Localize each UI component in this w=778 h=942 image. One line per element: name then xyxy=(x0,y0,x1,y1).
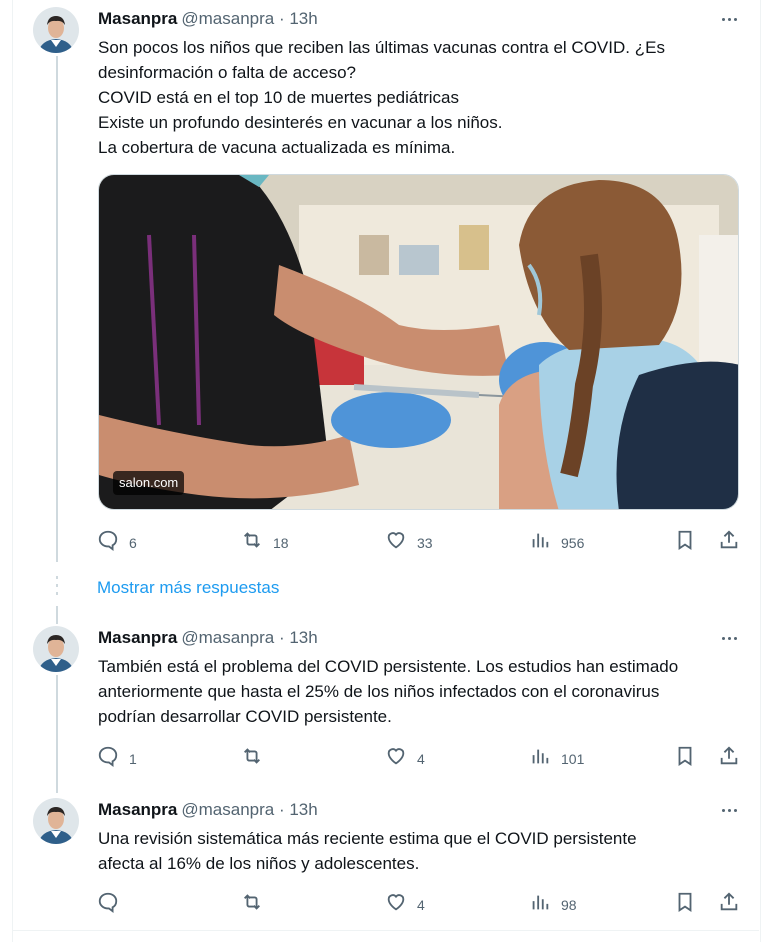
display-name[interactable]: Masanpra xyxy=(98,628,177,647)
views-count: 98 xyxy=(561,897,577,913)
vaccination-photo xyxy=(99,175,738,509)
reply-button[interactable]: 1 xyxy=(97,744,137,768)
timestamp[interactable]: · 13h xyxy=(279,9,318,28)
bookmark-icon xyxy=(678,892,692,912)
retweet-button[interactable] xyxy=(241,744,273,768)
reply-icon xyxy=(98,892,118,913)
handle[interactable]: @masanpra xyxy=(181,9,274,28)
retweet-button[interactable] xyxy=(241,890,273,914)
text-line: Son pocos los niños que reciben las últi… xyxy=(98,38,665,57)
share-button[interactable] xyxy=(718,528,740,552)
text-line: COVID está en el top 10 de muertes pediá… xyxy=(98,88,459,107)
bookmark-button[interactable] xyxy=(674,744,696,768)
like-button[interactable]: 4 xyxy=(385,744,425,768)
bookmark-icon xyxy=(678,746,692,766)
avatar[interactable] xyxy=(33,626,79,672)
tweet-media[interactable]: salon.com xyxy=(98,174,739,510)
handle[interactable]: @masanpra xyxy=(181,628,274,647)
retweet-icon xyxy=(244,894,260,910)
reply-button[interactable]: 6 xyxy=(97,528,137,552)
display-name[interactable]: Masanpra xyxy=(98,800,177,819)
views-count: 956 xyxy=(561,535,585,551)
reply-icon xyxy=(98,746,118,767)
tweet-header: Masanpra @masanpra · 13h xyxy=(98,627,318,649)
like-icon xyxy=(387,748,405,765)
retweet-icon xyxy=(244,532,260,548)
views-button[interactable]: 956 xyxy=(529,528,584,552)
more-icon[interactable] xyxy=(718,627,740,649)
display-name[interactable]: Masanpra xyxy=(98,9,177,28)
reply-button[interactable] xyxy=(97,890,129,914)
tweet-text: Son pocos los niños que reciben las últi… xyxy=(98,35,748,160)
timestamp[interactable]: · 13h xyxy=(279,628,318,647)
like-count: 4 xyxy=(417,751,425,767)
text-line: desinformación o falta de acceso? xyxy=(98,63,356,82)
timestamp[interactable]: · 13h xyxy=(279,800,318,819)
like-count: 4 xyxy=(417,897,425,913)
avatar[interactable] xyxy=(33,798,79,844)
more-icon[interactable] xyxy=(718,799,740,821)
views-icon xyxy=(532,533,549,548)
share-icon xyxy=(720,530,738,549)
retweet-icon xyxy=(244,748,260,764)
share-icon xyxy=(720,892,738,911)
thread-line xyxy=(56,606,58,624)
text-line: Existe un profundo desinterés en vacunar… xyxy=(98,113,503,132)
retweet-button[interactable]: 18 xyxy=(241,528,289,552)
like-button[interactable]: 4 xyxy=(385,890,425,914)
text-line: afecta al 16% de los niños y adolescente… xyxy=(98,854,420,873)
thread-line xyxy=(56,56,58,562)
views-button[interactable]: 101 xyxy=(529,744,584,768)
avatar[interactable] xyxy=(33,7,79,53)
reply-count: 6 xyxy=(129,535,137,551)
tweet-text: Una revisión sistemática más reciente es… xyxy=(98,826,748,876)
views-count: 101 xyxy=(561,751,585,767)
text-line: Una revisión sistemática más reciente es… xyxy=(98,829,637,848)
like-icon xyxy=(387,532,405,549)
media-source-badge: salon.com xyxy=(113,471,185,495)
share-icon xyxy=(720,746,738,765)
text-line: podrían desarrollar COVID persistente. xyxy=(98,707,392,726)
text-line: La cobertura de vacuna actualizada es mí… xyxy=(98,138,456,157)
show-more-replies-link[interactable]: Mostrar más respuestas xyxy=(97,577,279,599)
thread-line xyxy=(56,675,58,793)
divider xyxy=(12,930,759,931)
retweet-count: 18 xyxy=(273,535,289,551)
views-icon xyxy=(532,749,549,764)
bookmark-button[interactable] xyxy=(674,890,696,914)
views-icon xyxy=(532,895,549,910)
tweet-header: Masanpra @masanpra · 13h xyxy=(98,8,318,30)
bookmark-icon xyxy=(678,530,692,550)
text-line: También está el problema del COVID persi… xyxy=(98,657,679,676)
like-icon xyxy=(387,894,405,911)
share-button[interactable] xyxy=(718,890,740,914)
reply-count: 1 xyxy=(129,751,137,767)
text-line: anteriormente que hasta el 25% de los ni… xyxy=(98,682,660,701)
bookmark-button[interactable] xyxy=(674,528,696,552)
like-button[interactable]: 33 xyxy=(385,528,433,552)
tweet-header: Masanpra @masanpra · 13h xyxy=(98,799,318,821)
like-count: 33 xyxy=(417,535,433,551)
share-button[interactable] xyxy=(718,744,740,768)
reply-icon xyxy=(98,530,118,551)
handle[interactable]: @masanpra xyxy=(181,800,274,819)
thread-gap-dots xyxy=(56,576,58,600)
tweet-text: También está el problema del COVID persi… xyxy=(98,654,748,729)
more-icon[interactable] xyxy=(718,8,740,30)
views-button[interactable]: 98 xyxy=(529,890,577,914)
